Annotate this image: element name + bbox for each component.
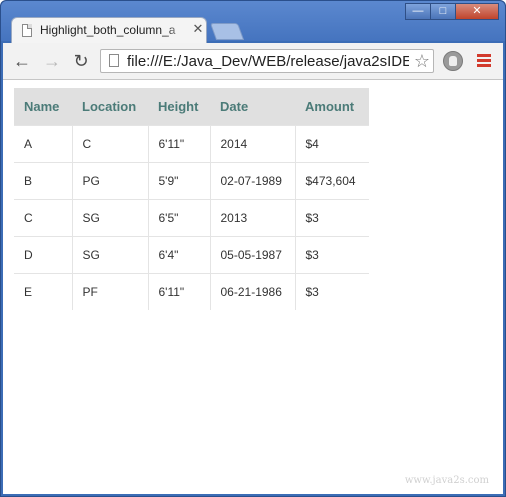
table-row[interactable]: A C 6'11" 2014 $4	[14, 124, 369, 162]
column-header-location[interactable]: Location	[72, 88, 148, 125]
table-cell[interactable]: PG	[71, 161, 148, 199]
table-cell[interactable]: 06-21-1986	[209, 272, 295, 310]
url-text[interactable]: file:///E:/Java_Dev/WEB/release/java2sID…	[127, 52, 409, 72]
browser-tab[interactable]: Highlight_both_column_a ✕	[11, 17, 207, 43]
tab-strip: Highlight_both_column_a ✕ — □ ✕	[1, 1, 505, 43]
table-cell[interactable]: E	[14, 272, 72, 310]
table-cell[interactable]: 02-07-1989	[209, 161, 295, 199]
table-cell[interactable]: PF	[71, 272, 148, 310]
table-header-row: Name Location Height Date Amount	[14, 88, 369, 125]
minimize-button[interactable]: —	[405, 3, 431, 20]
table-cell[interactable]: SG	[71, 198, 148, 236]
page-icon	[109, 54, 119, 67]
table-cell[interactable]: C	[71, 124, 148, 162]
table-cell[interactable]: $4	[294, 124, 369, 162]
browser-window: Highlight_both_column_a ✕ — □ ✕ ← → ↻ fi…	[0, 0, 506, 497]
address-bar[interactable]: file:///E:/Java_Dev/WEB/release/java2sID…	[100, 49, 434, 73]
menu-icon[interactable]	[477, 54, 491, 68]
table-cell[interactable]: 5'9"	[147, 161, 210, 199]
table-cell[interactable]: A	[14, 124, 72, 162]
table-cell[interactable]: 6'11"	[147, 124, 210, 162]
column-header-date[interactable]: Date	[210, 88, 295, 125]
watermark: www.java2s.com	[404, 475, 489, 486]
tab-title: Highlight_both_column_a	[40, 23, 176, 37]
new-tab-button[interactable]	[209, 23, 245, 40]
window-controls: — □ ✕	[405, 3, 499, 21]
table-cell[interactable]: $3	[294, 198, 369, 236]
forward-icon[interactable]: →	[41, 50, 63, 72]
maximize-button[interactable]: □	[430, 3, 456, 20]
table-cell[interactable]: $3	[294, 235, 369, 273]
table-row[interactable]: B PG 5'9" 02-07-1989 $473,604	[14, 161, 369, 199]
table-cell[interactable]: C	[14, 198, 72, 236]
table-row[interactable]: C SG 6'5" 2013 $3	[14, 198, 369, 236]
table-cell[interactable]: $3	[294, 272, 369, 310]
table-cell[interactable]: 6'11"	[147, 272, 210, 310]
column-header-amount[interactable]: Amount	[295, 88, 369, 125]
page-icon	[22, 24, 32, 37]
table-cell[interactable]: 05-05-1987	[209, 235, 295, 273]
reload-icon[interactable]: ↻	[70, 50, 92, 72]
table-cell[interactable]: SG	[71, 235, 148, 273]
close-window-button[interactable]: ✕	[455, 3, 499, 20]
page-content: Name Location Height Date Amount A C 6'1…	[3, 80, 503, 494]
table-row[interactable]: D SG 6'4" 05-05-1987 $3	[14, 235, 369, 273]
table-cell[interactable]: 2013	[209, 198, 295, 236]
data-table: Name Location Height Date Amount A C 6'1…	[14, 88, 369, 310]
table-cell[interactable]: B	[14, 161, 72, 199]
browser-toolbar: ← → ↻ file:///E:/Java_Dev/WEB/release/ja…	[3, 43, 503, 80]
column-header-name[interactable]: Name	[14, 88, 72, 125]
table-cell[interactable]: 2014	[209, 124, 295, 162]
table-cell[interactable]: D	[14, 235, 72, 273]
table-row[interactable]: E PF 6'11" 06-21-1986 $3	[14, 272, 369, 310]
tab-close-icon[interactable]: ✕	[192, 21, 204, 37]
table-cell[interactable]: 6'5"	[147, 198, 210, 236]
star-icon[interactable]: ☆	[414, 50, 430, 72]
table-cell[interactable]: 6'4"	[147, 235, 210, 273]
column-header-height[interactable]: Height	[148, 88, 210, 125]
table-cell[interactable]: $473,604	[294, 161, 369, 199]
extension-icon[interactable]	[443, 51, 463, 71]
back-icon[interactable]: ←	[11, 50, 33, 72]
